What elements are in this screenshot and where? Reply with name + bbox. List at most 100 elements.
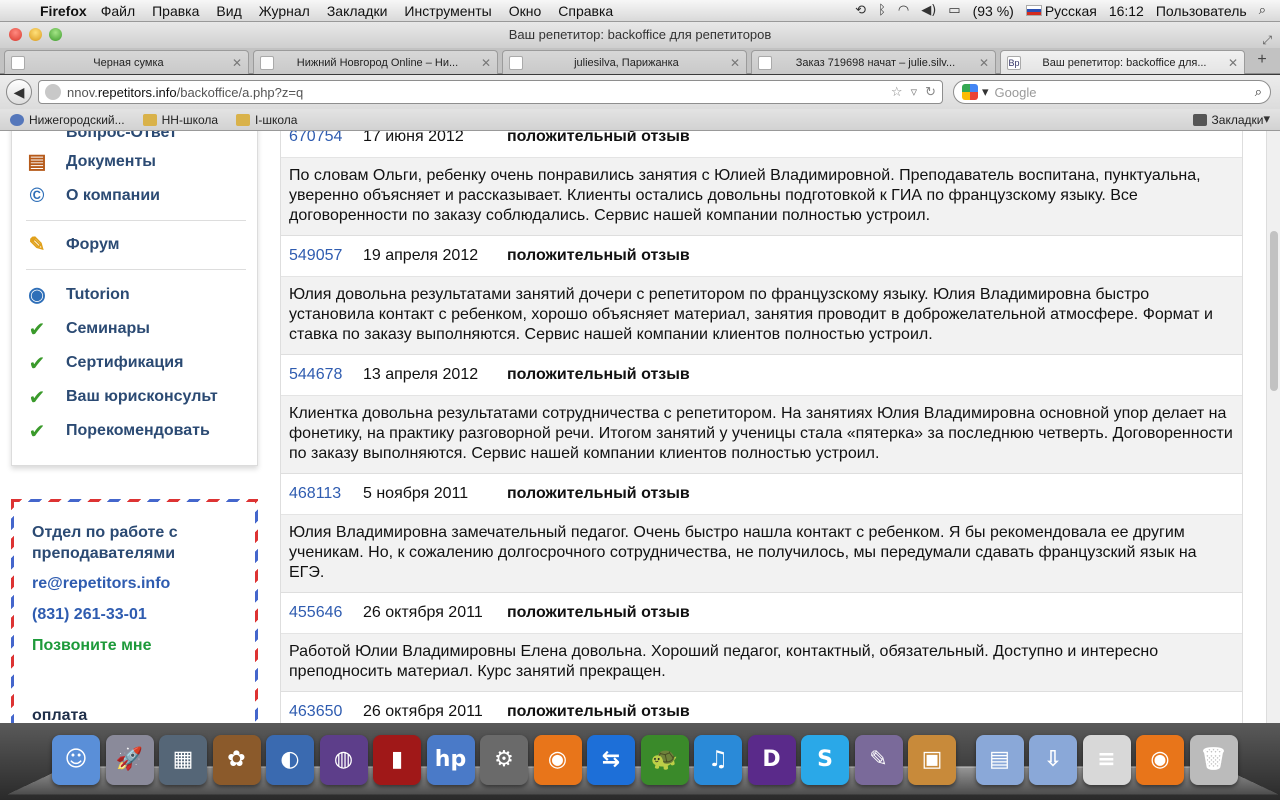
finder-icon[interactable]: ☺: [52, 735, 100, 785]
bookmark-i-school[interactable]: I-школа: [236, 113, 297, 127]
menu-edit[interactable]: Правка: [152, 3, 199, 19]
sidebar-item-documents[interactable]: ▤ Документы: [24, 149, 156, 175]
review-id-link[interactable]: 463650: [289, 703, 363, 721]
sidebar-item-forum[interactable]: ✎ Форум: [24, 232, 120, 258]
menu-window[interactable]: Окно: [509, 3, 542, 19]
menu-history[interactable]: Журнал: [259, 3, 310, 19]
scrollbar-thumb[interactable]: [1270, 231, 1278, 391]
reload-icon[interactable]: ↻: [925, 85, 936, 100]
input-source[interactable]: Русская: [1025, 3, 1097, 19]
menu-bookmarks[interactable]: Закладки: [327, 3, 388, 19]
skype-icon[interactable]: S: [801, 735, 849, 785]
sidebar-item-seminars[interactable]: ✔ Семинары: [24, 316, 150, 342]
app-menu[interactable]: Firefox: [40, 3, 87, 19]
tab-juliesilva[interactable]: juliesilva, Парижанка ✕: [502, 50, 747, 74]
bookmark-nn-school[interactable]: НН-школа: [142, 113, 218, 127]
tab-close-icon[interactable]: ✕: [979, 56, 989, 70]
djvu-reader-icon[interactable]: D: [747, 735, 796, 785]
volume-icon[interactable]: ◀): [921, 3, 936, 18]
url-text[interactable]: nnov.repetitors.info/backoffice/a.php?z=…: [67, 85, 883, 100]
search-engine-dropdown-icon[interactable]: ▾: [982, 85, 989, 100]
window-zoom-button[interactable]: [49, 28, 62, 41]
search-bar[interactable]: ▾ Google ⌕: [953, 80, 1271, 104]
preview-icon[interactable]: ◐: [266, 735, 314, 785]
tab-title: juliesilva, Парижанка: [574, 56, 679, 69]
menu-help[interactable]: Справка: [558, 3, 613, 19]
sidebar-divider: [26, 220, 246, 221]
teamviewer-icon[interactable]: ⇆: [587, 735, 635, 785]
new-tab-button[interactable]: +: [1249, 48, 1275, 73]
tab-close-icon[interactable]: ✕: [1228, 56, 1238, 70]
menu-tools[interactable]: Инструменты: [404, 3, 491, 19]
payment-link[interactable]: оплата: [32, 707, 87, 723]
clock[interactable]: 16:12: [1109, 3, 1144, 19]
review-id-link[interactable]: 544678: [289, 366, 363, 384]
tab-close-icon[interactable]: ✕: [481, 56, 491, 70]
trash-icon[interactable]: 🗑: [1189, 735, 1238, 785]
tab-close-icon[interactable]: ✕: [232, 56, 242, 70]
document-stack-icon[interactable]: ≡: [1082, 735, 1131, 785]
window-title: Ваш репетитор: backoffice для репетиторо…: [508, 27, 772, 42]
review-date: 19 апреля 2012: [363, 247, 479, 264]
battery-percent[interactable]: (93 %): [973, 3, 1014, 19]
bookmark-star-icon[interactable]: ☆: [891, 85, 903, 100]
review-id-link[interactable]: 670754: [289, 131, 363, 146]
wifi-icon[interactable]: ◠: [898, 3, 909, 18]
tab-close-icon[interactable]: ✕: [730, 56, 740, 70]
bookmark-nizhegorodsky[interactable]: Нижегородский...: [10, 113, 125, 127]
user-menu[interactable]: Пользователь: [1156, 3, 1247, 19]
sidebar-item-legal[interactable]: ✔ Ваш юрисконсульт: [24, 384, 218, 410]
hp-utility-icon[interactable]: hp: [426, 735, 475, 785]
iphoto-icon[interactable]: ✿: [212, 735, 261, 785]
window-close-button[interactable]: [9, 28, 22, 41]
search-input[interactable]: Google: [995, 85, 1255, 100]
system-preferences-icon[interactable]: ⚙: [480, 735, 528, 785]
tab-title: Заказ 719698 начат – julie.silv...: [795, 56, 956, 69]
applications-folder-icon[interactable]: ▤: [975, 735, 1024, 785]
call-me-link[interactable]: Позвоните мне: [32, 637, 152, 655]
menu-view[interactable]: Вид: [216, 3, 241, 19]
url-bar[interactable]: nnov.repetitors.info/backoffice/a.php?z=…: [38, 80, 943, 104]
tab-nn-online[interactable]: Нижний Новгород Online – Ни... ✕: [253, 50, 498, 74]
google-icon[interactable]: [962, 84, 978, 100]
sidebar-item-faq[interactable]: Вопрос-Ответ: [24, 131, 177, 146]
history-dropdown-icon[interactable]: ▿: [911, 85, 918, 100]
search-icon[interactable]: ⌕: [1255, 85, 1262, 100]
turtle-app-icon[interactable]: 🐢: [640, 735, 689, 785]
pencil-icon: ✎: [28, 234, 46, 256]
bluetooth-icon[interactable]: ᛒ: [878, 3, 886, 18]
page-favicon-icon: [509, 55, 523, 70]
sidebar-item-about[interactable]: © О компании: [24, 183, 160, 209]
review-id-link[interactable]: 549057: [289, 247, 363, 265]
review-type: положительный отзыв: [507, 485, 690, 502]
firefox-document-icon[interactable]: ◉: [1136, 735, 1184, 785]
sidebar-item-certification[interactable]: ✔ Сертификация: [24, 350, 184, 376]
site-identity-icon[interactable]: [45, 84, 61, 100]
dashboard-icon[interactable]: ◍: [319, 735, 368, 785]
bookmarks-menu-button[interactable]: Закладки ▾: [1192, 112, 1270, 127]
image-capture-icon[interactable]: ▦: [159, 735, 207, 785]
photo-booth-icon[interactable]: ▮: [373, 735, 421, 785]
downloads-folder-icon[interactable]: ⇩: [1029, 735, 1077, 785]
menu-file[interactable]: Файл: [101, 3, 135, 19]
window-minimize-button[interactable]: [29, 28, 42, 41]
tab-black-bag[interactable]: Черная сумка ✕: [4, 50, 249, 74]
firefox-icon[interactable]: ◉: [533, 735, 582, 785]
contact-email-link[interactable]: re@repetitors.info: [32, 575, 170, 593]
time-machine-icon[interactable]: ⟲: [855, 3, 866, 18]
vertical-scrollbar[interactable]: [1266, 131, 1280, 723]
spotlight-icon[interactable]: ⌕: [1259, 3, 1266, 18]
tab-backoffice[interactable]: Bp Ваш репетитор: backoffice для... ✕: [1000, 50, 1245, 74]
iphoto-library-icon[interactable]: ▣: [908, 735, 956, 785]
review-id-link[interactable]: 455646: [289, 604, 363, 622]
page-favicon-icon: [758, 55, 772, 70]
back-button[interactable]: ◀: [6, 79, 32, 105]
sidebar-item-recommend[interactable]: ✔ Порекомендовать: [24, 418, 210, 444]
tab-order[interactable]: Заказ 719698 начат – julie.silv... ✕: [751, 50, 996, 74]
quill-app-icon[interactable]: ✎: [854, 735, 903, 785]
battery-icon[interactable]: ▭: [948, 3, 960, 18]
sidebar-item-tutorion[interactable]: ◉ Tutorion: [24, 282, 129, 308]
review-id-link[interactable]: 468113: [289, 485, 363, 503]
itunes-icon[interactable]: ♫: [694, 735, 742, 785]
launchpad-icon[interactable]: 🚀: [105, 735, 154, 785]
